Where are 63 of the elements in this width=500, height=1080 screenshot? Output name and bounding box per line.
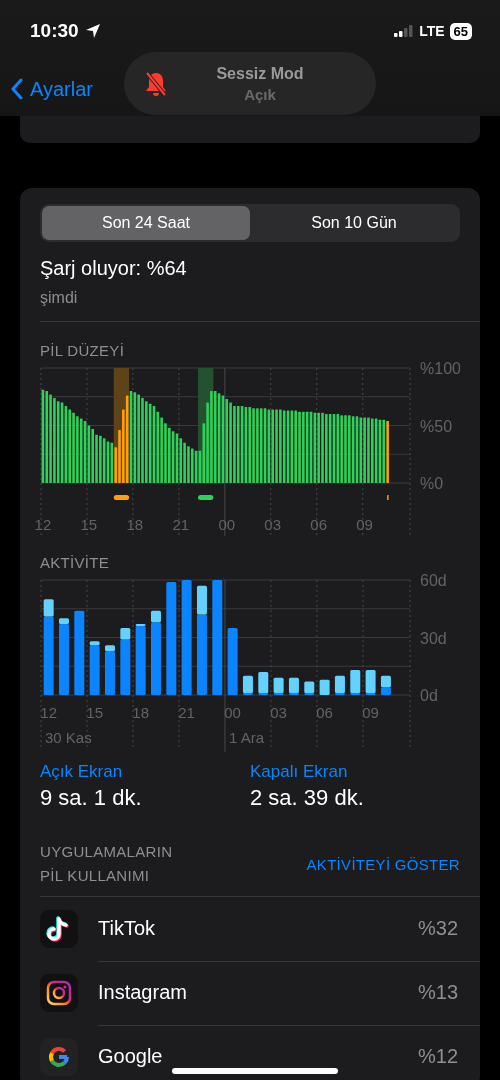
stat-value: 9 sa. 1 dk.	[40, 784, 143, 812]
segment-tab[interactable]: Son 24 Saat	[42, 206, 250, 240]
axis-label: 18	[126, 516, 144, 533]
charging-marker	[113, 495, 130, 500]
muted-bell-icon	[144, 71, 168, 97]
axis-label: 12	[34, 516, 52, 533]
signal-icon	[394, 25, 415, 37]
axis-label: 18	[132, 704, 149, 721]
stat-label: Kapalı Ekran	[250, 762, 349, 782]
toast-title: Sessiz Mod	[216, 64, 304, 83]
axis-label: 06	[316, 704, 333, 721]
axis-label: %0	[420, 475, 444, 492]
camera-app-icon	[40, 974, 78, 1012]
chart-bar	[319, 679, 330, 695]
letter-g-app-icon	[40, 1038, 78, 1076]
chart-bar	[227, 627, 238, 695]
charging-marker	[387, 495, 389, 500]
network-type: LTE	[419, 23, 445, 39]
usage-percent: %13	[417, 981, 458, 1004]
axis-label: 0d	[420, 687, 438, 704]
axis-label: 03	[270, 704, 287, 721]
axis-label: 06	[310, 516, 327, 533]
section-title: UYGULAMALARIN PİL KULLANIMI	[40, 842, 174, 886]
toast-status: Açık	[244, 85, 276, 103]
section-title: AKTİVİTE	[40, 554, 111, 572]
stat-value: 2 sa. 39 dk.	[250, 784, 365, 812]
home-indicator[interactable]	[172, 1068, 338, 1074]
show-activity-link[interactable]: AKTİVİTEYİ GÖSTER	[306, 855, 460, 873]
app-name: Instagram	[98, 981, 187, 1004]
usage-percent: %12	[417, 1045, 458, 1068]
axis-label: 12	[40, 704, 57, 721]
axis-label: 00	[218, 516, 236, 533]
charging-marker	[198, 495, 214, 500]
charging-status: Şarj oluyor: %64	[40, 256, 188, 280]
date-label: 1 Ara	[228, 729, 264, 746]
app-row[interactable]: Instagram %13	[40, 961, 480, 1025]
axis-label: 15	[86, 704, 103, 721]
clock: 10:30	[30, 20, 79, 42]
app-name: Google	[98, 1045, 163, 1068]
axis-label: 30d	[420, 629, 447, 647]
battery-percentage: 65	[449, 22, 472, 40]
app-name: TikTok	[98, 917, 156, 940]
usage-percent: %32	[417, 917, 458, 940]
charging-time: şimdi	[40, 288, 79, 308]
axis-label: 21	[172, 516, 190, 533]
axis-label: 60d	[420, 572, 447, 589]
axis-label: 15	[80, 516, 98, 533]
axis-label: 09	[362, 704, 379, 721]
app-row[interactable]: TikTok %32	[40, 897, 480, 961]
axis-label: 00	[224, 704, 241, 721]
axis-label: %50	[420, 417, 453, 435]
back-link[interactable]: Ayarlar	[10, 77, 93, 101]
axis-label: 21	[178, 704, 195, 721]
section-title: PİL DÜZEYİ	[40, 342, 126, 360]
music-note-app-icon	[40, 910, 78, 948]
stat-label: Açık Ekran	[40, 762, 124, 782]
location-arrow-icon	[84, 23, 101, 39]
axis-label: 09	[356, 516, 373, 533]
segment-tab[interactable]: Son 10 Gün	[250, 206, 458, 240]
axis-label: 03	[264, 516, 282, 533]
back-icon	[10, 78, 24, 100]
date-label: 30 Kas	[45, 729, 92, 746]
axis-label: %100	[420, 360, 460, 377]
